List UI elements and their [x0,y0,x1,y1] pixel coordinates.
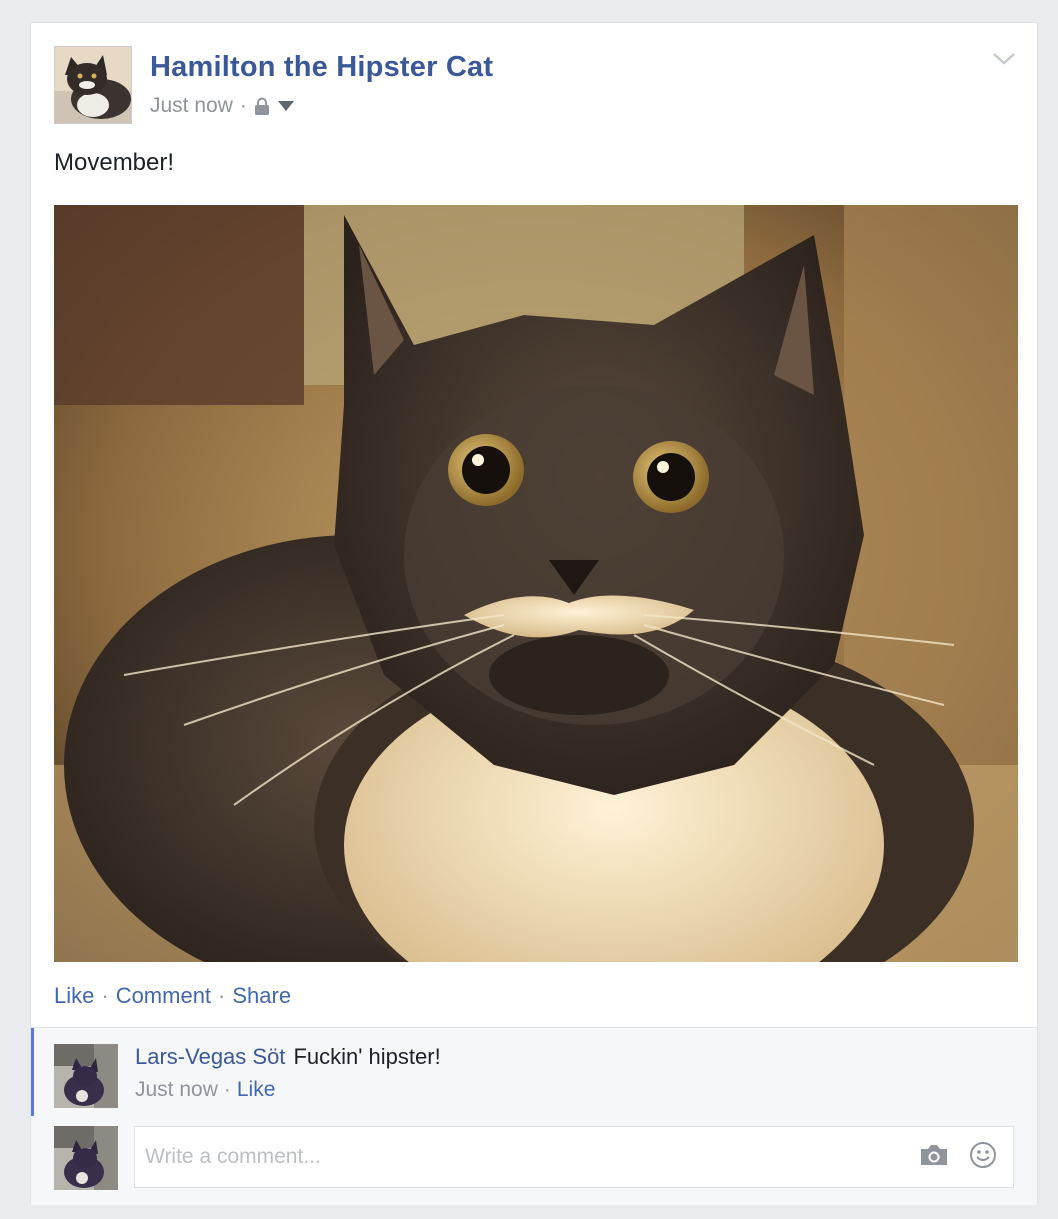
viewer-avatar [54,1126,118,1190]
comment-link[interactable]: Comment [116,983,211,1009]
comment-item: Lars-Vegas Söt Fuckin' hipster! Just now … [31,1028,1037,1116]
post-timestamp[interactable]: Just now [150,94,233,118]
post-meta: Just now · [150,91,295,121]
share-link[interactable]: Share [232,983,291,1009]
comment-meta-separator: · [223,1078,231,1101]
comment-composer [31,1124,1037,1194]
comment-meta: Just now · Like [135,1078,275,1102]
post-author-name[interactable]: Hamilton the Hipster Cat [150,51,493,84]
post-author-avatar[interactable] [54,46,132,124]
comment-timestamp[interactable]: Just now [135,1078,218,1102]
lock-icon [254,97,270,115]
post-card: Hamilton the Hipster Cat Just now · Move… [30,22,1038,1205]
chevron-down-icon[interactable] [991,49,1017,69]
meta-separator: · [239,94,247,117]
like-link[interactable]: Like [54,983,94,1009]
action-separator: · [218,983,226,1008]
camera-icon[interactable] [919,1143,949,1172]
comment-author-avatar[interactable] [54,1044,118,1108]
comment-like-link[interactable]: Like [237,1078,276,1102]
comment-line: Lars-Vegas Söt Fuckin' hipster! [135,1044,441,1070]
privacy-dropdown-icon[interactable] [277,100,295,112]
comment-input[interactable] [134,1126,1014,1188]
comments-section: Lars-Vegas Söt Fuckin' hipster! Just now … [31,1027,1037,1205]
smiley-icon[interactable] [969,1141,997,1174]
post-actions: Like · Comment · Share [54,981,291,1011]
post-photo[interactable] [54,205,1018,962]
comment-author-name[interactable]: Lars-Vegas Söt [135,1044,285,1069]
comment-text: Fuckin' hipster! [293,1044,441,1069]
post-text: Movember! [54,149,175,176]
action-separator: · [101,983,109,1008]
